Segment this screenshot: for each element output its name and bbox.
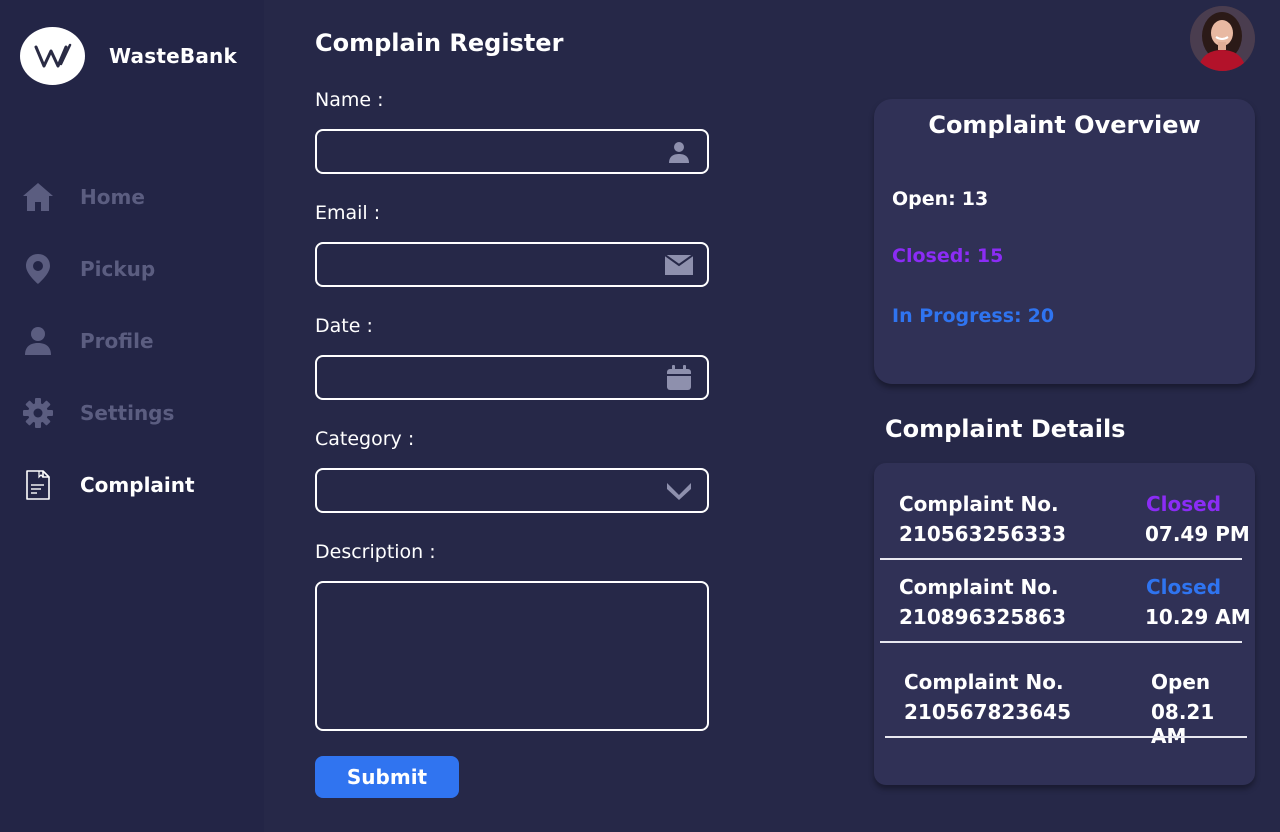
details-title: Complaint Details [885, 415, 1126, 443]
sidebar: WasteBank Home Pickup Profile Settings C… [0, 0, 264, 832]
email-field[interactable] [315, 242, 709, 287]
sidebar-item-label: Profile [80, 329, 154, 353]
avatar[interactable] [1190, 6, 1255, 71]
stat-closed-value: 15 [976, 245, 1004, 267]
stat-closed-label: Closed: [892, 245, 971, 267]
complaint-details-card: Complaint No. 210563256333 Closed 07.49 … [874, 463, 1255, 785]
complaint-time: 10.29 AM [1145, 605, 1251, 629]
email-label: Email : [315, 202, 381, 224]
sidebar-item-label: Settings [80, 401, 175, 425]
divider [885, 736, 1247, 738]
complaint-number: 210567823645 [904, 700, 1071, 724]
complaint-label: Complaint No. [899, 492, 1059, 516]
name-field[interactable] [315, 129, 709, 174]
description-textarea[interactable] [317, 583, 707, 729]
page-title: Complain Register [315, 29, 564, 57]
sidebar-item-label: Complaint [80, 473, 195, 497]
gear-icon [22, 397, 54, 429]
stat-closed: Closed: 15 [892, 245, 1003, 267]
category-select[interactable] [315, 468, 709, 513]
sidebar-item-complaint[interactable]: Complaint [22, 465, 242, 505]
submit-button[interactable]: Submit [315, 756, 459, 798]
status-badge: Closed [1146, 492, 1222, 516]
sidebar-item-settings[interactable]: Settings [22, 393, 242, 433]
list-item[interactable]: Complaint No. 210563256333 Closed 07.49 … [874, 463, 1255, 560]
complaint-time: 07.49 PM [1145, 522, 1250, 546]
brand-logo[interactable] [20, 27, 85, 85]
sidebar-item-pickup[interactable]: Pickup [22, 249, 242, 289]
stat-in-progress-value: 20 [1027, 305, 1055, 327]
date-field[interactable] [315, 355, 709, 400]
category-label: Category : [315, 428, 415, 450]
complaint-label: Complaint No. [904, 670, 1064, 694]
stat-in-progress-label: In Progress: [892, 305, 1022, 327]
complaint-overview-card: Complaint Overview Open: 13 Closed: 15 In … [874, 99, 1255, 384]
name-label: Name : [315, 89, 384, 111]
sidebar-item-label: Pickup [80, 257, 156, 281]
document-icon [22, 469, 54, 501]
wastebank-logo-icon [34, 43, 71, 68]
list-item[interactable]: Complaint No. 210896325863 Closed 10.29 … [874, 546, 1255, 643]
date-input[interactable] [317, 357, 707, 398]
email-input[interactable] [317, 244, 707, 285]
name-input[interactable] [317, 131, 707, 172]
brand-name: WasteBank [109, 44, 237, 68]
location-pin-icon [22, 253, 54, 285]
date-label: Date : [315, 315, 373, 337]
stat-open-label: Open: [892, 188, 956, 210]
description-label: Description : [315, 541, 436, 563]
sidebar-item-home[interactable]: Home [22, 177, 242, 217]
home-icon [22, 181, 54, 213]
sidebar-item-profile[interactable]: Profile [22, 321, 242, 361]
status-badge: Closed [1146, 575, 1222, 599]
stat-open: Open: 13 [892, 188, 988, 210]
stat-open-value: 13 [961, 188, 989, 210]
complaint-label: Complaint No. [899, 575, 1059, 599]
profile-photo-icon [1190, 6, 1255, 71]
complaint-number: 210563256333 [899, 522, 1066, 546]
status-badge: Open [1151, 670, 1211, 694]
description-field[interactable] [315, 581, 709, 731]
sidebar-item-label: Home [80, 185, 145, 209]
complaint-number: 210896325863 [899, 605, 1066, 629]
category-input[interactable] [317, 470, 707, 511]
user-icon [22, 325, 54, 357]
complaint-time: 08.21 AM [1151, 700, 1215, 748]
overview-title: Complaint Overview [928, 111, 1201, 139]
stat-in-progress: In Progress: 20 [892, 305, 1054, 327]
list-item[interactable]: Complaint No. 210567823645 Open 08.21 AM [874, 641, 1255, 748]
